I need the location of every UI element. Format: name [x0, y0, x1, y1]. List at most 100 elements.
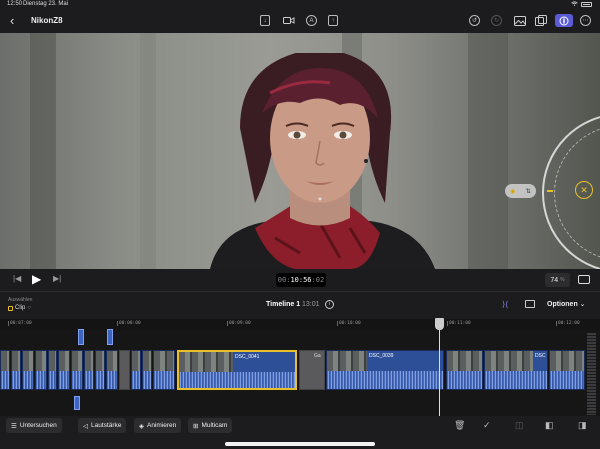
- timecode-prefix: 00:: [277, 276, 291, 284]
- status-time: 12:50: [7, 1, 23, 7]
- gap-clip[interactable]: Ga: [299, 350, 325, 390]
- timeline-duration: 13:01: [302, 301, 320, 308]
- redo-icon[interactable]: ↻: [491, 15, 502, 26]
- top-toolbar: ‹ NikonZ8 ↓ A ↑ ↺ ↻ ⋯: [0, 9, 600, 33]
- pill-left-icon[interactable]: ◉: [510, 188, 515, 195]
- connected-clip[interactable]: [107, 329, 113, 345]
- status-bar: 12:50 Dienstag 23. Mai: [0, 0, 600, 9]
- pill-right-icon[interactable]: ⇅: [526, 188, 531, 195]
- multicam-button[interactable]: ⊞ Multicam: [188, 418, 233, 433]
- selection-toggle-icon: ○: [27, 305, 31, 311]
- split-view-icon[interactable]: ⟩⟨: [502, 300, 508, 309]
- gap-clip[interactable]: [119, 350, 130, 390]
- battery-icon: [581, 2, 592, 7]
- background-pillar: [140, 33, 156, 269]
- camera-icon[interactable]: [282, 14, 295, 27]
- voiceover-icon[interactable]: A: [306, 15, 317, 26]
- clip-name: DSC_0041: [235, 354, 260, 360]
- trash-icon[interactable]: 🗑: [454, 420, 465, 431]
- close-icon[interactable]: ✕: [575, 181, 593, 199]
- split-left-icon[interactable]: ◧: [545, 420, 554, 431]
- aspect-ratio-icon[interactable]: [578, 275, 590, 284]
- timeline-view-icon[interactable]: [525, 300, 535, 308]
- options-button[interactable]: Optionen ⌄: [547, 300, 586, 308]
- timeline-clip[interactable]: DSC: [484, 350, 548, 390]
- photos-icon[interactable]: [513, 14, 526, 27]
- audio-connected-clip[interactable]: [74, 396, 80, 410]
- status-date: Dienstag 23. Mai: [23, 1, 69, 7]
- animate-button[interactable]: ◈ Animieren: [134, 418, 182, 433]
- inspect-label: Untersuchen: [19, 422, 57, 429]
- timeline-clip[interactable]: [549, 350, 585, 390]
- ruler-tick: 00:07:00: [8, 321, 32, 326]
- clip-icon: [8, 305, 13, 311]
- timeline-clip[interactable]: [0, 350, 10, 390]
- timeline-clip[interactable]: [142, 350, 152, 390]
- project-title: NikonZ8: [31, 16, 63, 25]
- timeline-clip[interactable]: [48, 350, 57, 390]
- multicam-icon: ⊞: [193, 422, 199, 430]
- checkmark-icon[interactable]: ✓: [483, 420, 491, 431]
- zoom-level[interactable]: 74 %: [545, 273, 570, 287]
- selected-clip[interactable]: DSC_0041: [177, 350, 297, 390]
- animate-icon: ◈: [139, 422, 144, 430]
- zoom-unit: %: [560, 277, 565, 283]
- import-icon[interactable]: ↓: [260, 15, 270, 26]
- chevron-down-icon: ⌄: [579, 301, 586, 308]
- selection-label: Auswählen: [8, 297, 33, 303]
- video-viewer[interactable]: ◉ ⇅ ✕: [0, 33, 600, 269]
- timeline-ruler[interactable]: 00:07:00 00:08:00 00:09:00 00:10:00 00:1…: [0, 319, 600, 330]
- clip-name: DSC_0039: [369, 353, 394, 359]
- ruler-tick: 00:10:00: [337, 321, 361, 326]
- timeline-clip[interactable]: [22, 350, 34, 390]
- list-icon: ☰: [11, 422, 17, 430]
- multicam-label: Multicam: [201, 422, 228, 429]
- detach-icon[interactable]: ◫: [515, 420, 524, 431]
- clip-name: DSC: [535, 353, 546, 359]
- undo-icon[interactable]: ↺: [469, 15, 480, 26]
- ruler-tick: 00:09:00: [227, 321, 251, 326]
- selection-mode[interactable]: Clip ○: [8, 305, 31, 311]
- play-icon[interactable]: ▶: [32, 272, 41, 286]
- playhead-handle[interactable]: [435, 318, 444, 330]
- playhead[interactable]: [439, 318, 440, 416]
- timeline-clip[interactable]: [95, 350, 105, 390]
- timecode-display[interactable]: 00: 10:56 :02: [276, 273, 326, 287]
- inspect-button[interactable]: ☰ Untersuchen: [6, 418, 62, 433]
- inspector-icon[interactable]: [555, 14, 573, 27]
- zoom-value: 74: [550, 276, 559, 284]
- effect-toggle-pill[interactable]: ◉ ⇅: [505, 184, 536, 198]
- timeline-clip[interactable]: [84, 350, 94, 390]
- transport-bar: |◀ ▶ ▶| 00: 10:56 :02 74 %: [0, 269, 600, 291]
- timeline-clip[interactable]: [11, 350, 21, 390]
- share-icon[interactable]: ↑: [328, 15, 338, 26]
- info-icon[interactable]: i: [325, 300, 334, 309]
- timeline-clip[interactable]: [106, 350, 118, 390]
- person-image: [210, 53, 435, 269]
- browser-icon[interactable]: [534, 14, 547, 27]
- back-chevron-icon[interactable]: ‹: [10, 13, 14, 28]
- timeline-clip[interactable]: [71, 350, 83, 390]
- skip-forward-icon[interactable]: ▶|: [53, 274, 61, 283]
- ruler-tick: 00:12:00: [556, 321, 580, 326]
- volume-button[interactable]: ◁ Lautstärke: [78, 418, 127, 433]
- timeline-clip[interactable]: [35, 350, 47, 390]
- timeline-clip[interactable]: [131, 350, 141, 390]
- timeline-title: Timeline 1: [266, 301, 301, 308]
- timeline-tracks[interactable]: DSC_0041 Ga DSC_0039 DSC: [0, 329, 600, 416]
- background-pillar: [30, 33, 56, 269]
- timeline-clip[interactable]: DSC_0039: [326, 350, 444, 390]
- audio-meter: [587, 333, 596, 415]
- timeline-header: Auswählen Clip ○ Timeline 1 13:01 i ⟩⟨ O…: [0, 291, 600, 319]
- home-indicator[interactable]: [225, 442, 375, 446]
- timeline-clip[interactable]: [153, 350, 175, 390]
- selection-value: Clip: [15, 305, 26, 311]
- timeline-clip[interactable]: [58, 350, 70, 390]
- more-icon[interactable]: ⋯: [580, 15, 591, 26]
- animate-label: Animieren: [147, 422, 177, 429]
- connected-clip[interactable]: [78, 329, 84, 345]
- options-label: Optionen: [547, 301, 578, 308]
- skip-back-icon[interactable]: |◀: [13, 274, 21, 283]
- timeline-clip[interactable]: [446, 350, 483, 390]
- split-right-icon[interactable]: ◨: [578, 420, 587, 431]
